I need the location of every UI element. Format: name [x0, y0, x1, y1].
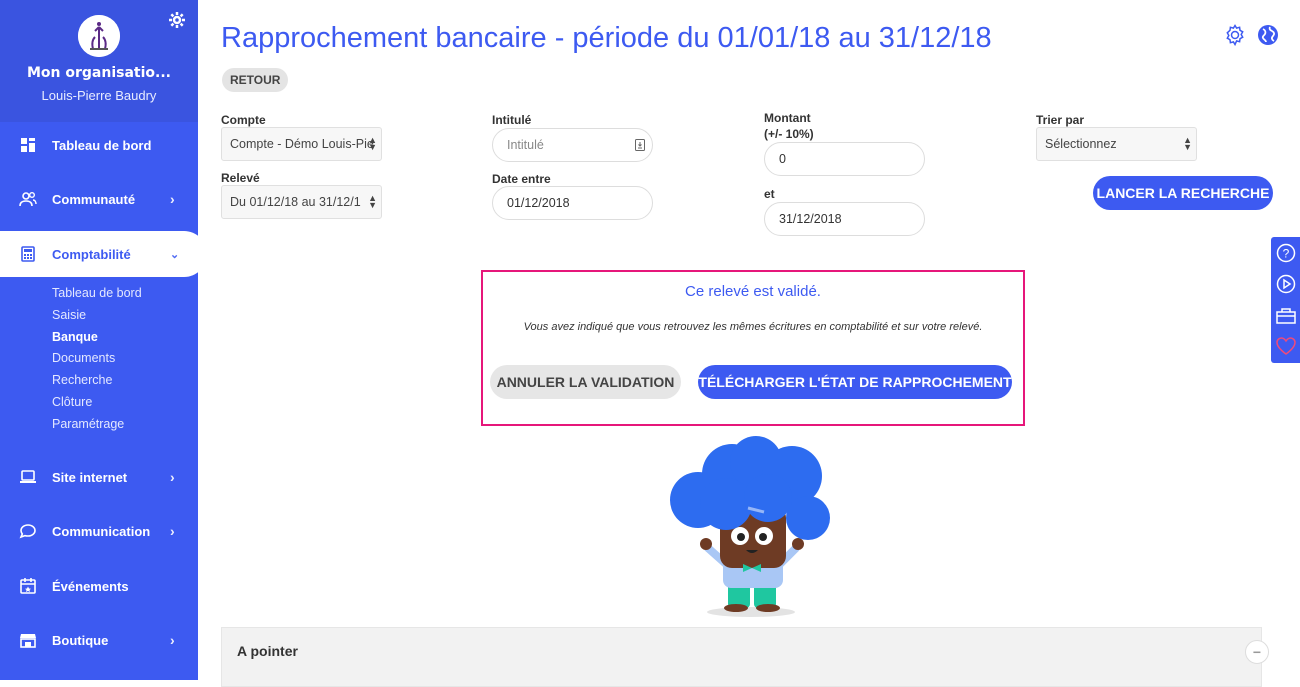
intitule-label: Intitulé — [492, 113, 532, 127]
sidebar-item-label: Événements — [52, 578, 129, 594]
subnav-parametrage[interactable]: Paramétrage — [52, 417, 124, 431]
intitule-input[interactable]: Intitulé — [492, 128, 653, 162]
select-arrows-icon: ▲ ▼ — [368, 193, 377, 210]
validation-panel: Ce relevé est validé. Vous avez indiqué … — [481, 270, 1025, 426]
sidebar-item-label: Tableau de bord — [52, 137, 152, 153]
sidebar-item-label: Site internet — [52, 469, 128, 485]
shop-icon — [18, 630, 38, 650]
select-arrows-icon: ▲ ▼ — [1183, 135, 1192, 152]
download-reconciliation-button[interactable]: TÉLÉCHARGER L'ÉTAT DE RAPPROCHEMENT — [698, 365, 1012, 399]
releve-label: Relevé — [221, 171, 260, 185]
sidebar-item-boutique[interactable]: Boutique › — [0, 617, 198, 663]
help-icon[interactable]: ? — [1275, 241, 1297, 265]
sort-select[interactable]: Sélectionnez ▲ ▼ — [1036, 127, 1197, 161]
section-title: A pointer — [237, 643, 298, 659]
select-arrows-icon: ▲ ▼ — [368, 135, 377, 152]
montant-input[interactable]: 0 — [764, 142, 925, 176]
calculator-icon — [18, 244, 38, 264]
to-reconcile-section: A pointer − — [221, 627, 1269, 687]
sort-select-value: Sélectionnez — [1045, 137, 1117, 151]
toolbox-icon[interactable] — [1275, 303, 1297, 327]
subnav-tableau-de-bord[interactable]: Tableau de bord — [52, 286, 142, 300]
intitule-placeholder: Intitulé — [507, 138, 544, 152]
mascot-illustration — [668, 436, 834, 618]
chevron-right-icon: › — [170, 469, 175, 485]
sidebar-item-tableau-de-bord[interactable]: Tableau de bord — [0, 122, 198, 168]
validation-title: Ce relevé est validé. — [685, 283, 821, 300]
sidebar-item-comptabilite[interactable]: Comptabilité ⌄ — [0, 231, 207, 277]
calendar-icon — [18, 576, 38, 596]
date-start-input[interactable]: 01/12/2018 — [492, 186, 653, 220]
page-title: Rapprochement bancaire - période du 01/0… — [221, 22, 992, 54]
chevron-right-icon: › — [170, 523, 175, 539]
globe-icon[interactable] — [1257, 24, 1279, 46]
floating-help-toolbar: ? — [1271, 237, 1300, 363]
montant-label: Montant — [764, 111, 811, 125]
chat-icon — [18, 521, 38, 541]
chevron-down-icon: ⌄ — [170, 248, 180, 261]
dashboard-icon — [18, 135, 38, 155]
search-button[interactable]: LANCER LA RECHERCHE — [1093, 176, 1273, 210]
et-label: et — [764, 187, 775, 201]
montant-tolerance-label: (+/- 10%) — [764, 127, 814, 141]
chevron-right-icon: › — [170, 632, 175, 648]
sidebar-item-label: Communication — [52, 523, 151, 539]
releve-select-value: Du 01/12/18 au 31/12/1 — [230, 195, 361, 209]
subnav-cloture[interactable]: Clôture — [52, 395, 92, 409]
organization-avatar[interactable] — [78, 15, 120, 57]
organization-name: Mon organisatio... — [27, 65, 171, 81]
sidebar: Mon organisatio... Louis-Pierre Baudry T… — [0, 0, 207, 680]
subnav-documents[interactable]: Documents — [52, 351, 115, 365]
subnav-saisie[interactable]: Saisie — [52, 308, 86, 322]
gear-icon[interactable] — [169, 12, 185, 33]
play-icon[interactable] — [1275, 272, 1297, 296]
cancel-validation-button[interactable]: ANNULER LA VALIDATION — [490, 365, 681, 399]
user-name: Louis-Pierre Baudry — [41, 88, 157, 103]
date-entre-label: Date entre — [492, 172, 551, 186]
date-end-input[interactable]: 31/12/2018 — [764, 202, 925, 236]
top-right-icons — [1224, 24, 1279, 46]
organization-header: Mon organisatio... Louis-Pierre Baudry — [0, 0, 198, 122]
subnav-banque[interactable]: Banque — [52, 330, 98, 344]
heart-icon[interactable] — [1275, 334, 1297, 358]
sidebar-item-communaute[interactable]: Communauté › — [0, 176, 198, 222]
sidebar-item-label: Communauté — [52, 191, 136, 207]
chevron-right-icon: › — [170, 191, 175, 207]
compte-select[interactable]: Compte - Démo Louis-Pie ▲ ▼ — [221, 127, 382, 161]
sidebar-item-label: Comptabilité — [52, 246, 131, 262]
sidebar-item-label: Boutique — [52, 632, 109, 648]
settings-icon[interactable] — [1224, 24, 1246, 46]
sidebar-item-site-internet[interactable]: Site internet › — [0, 454, 198, 500]
keyboard-icon — [634, 139, 646, 154]
back-button[interactable]: RETOUR — [222, 68, 289, 92]
sidebar-item-evenements[interactable]: Événements — [0, 563, 198, 609]
sidebar-item-communication[interactable]: Communication › — [0, 508, 198, 554]
compte-label: Compte — [221, 113, 266, 127]
trier-par-label: Trier par — [1036, 113, 1085, 127]
laptop-icon — [18, 467, 38, 487]
svg-text:?: ? — [1282, 247, 1289, 261]
community-icon — [18, 189, 38, 209]
compte-select-value: Compte - Démo Louis-Pie — [230, 137, 374, 151]
releve-select[interactable]: Du 01/12/18 au 31/12/1 ▲ ▼ — [221, 185, 382, 219]
validation-description: Vous avez indiqué que vous retrouvez les… — [523, 321, 983, 333]
subnav-recherche[interactable]: Recherche — [52, 373, 112, 387]
collapse-button[interactable]: − — [1245, 640, 1269, 664]
